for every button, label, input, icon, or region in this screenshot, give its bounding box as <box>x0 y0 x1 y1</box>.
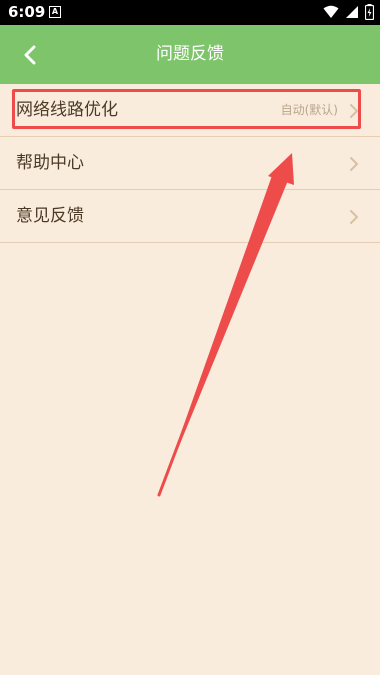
status-icons <box>323 4 374 20</box>
list-item-feedback[interactable]: 意见反馈 <box>0 190 380 243</box>
notification-a-icon: A <box>49 6 61 18</box>
navbar: 问题反馈 <box>0 25 380 84</box>
page-title: 问题反馈 <box>156 44 224 64</box>
list-item-label: 意见反馈 <box>16 206 84 226</box>
chevron-right-icon <box>350 157 358 171</box>
signal-icon <box>346 6 358 18</box>
status-bar: 6:09 A <box>0 0 380 25</box>
status-time: 6:09 <box>8 3 46 21</box>
wifi-icon <box>323 5 339 18</box>
chevron-right-icon <box>350 210 358 224</box>
list-item-help-center[interactable]: 帮助中心 <box>0 137 380 190</box>
battery-charging-icon <box>365 4 374 20</box>
list-item-label: 帮助中心 <box>16 153 84 173</box>
annotation-highlight-box <box>12 89 361 129</box>
